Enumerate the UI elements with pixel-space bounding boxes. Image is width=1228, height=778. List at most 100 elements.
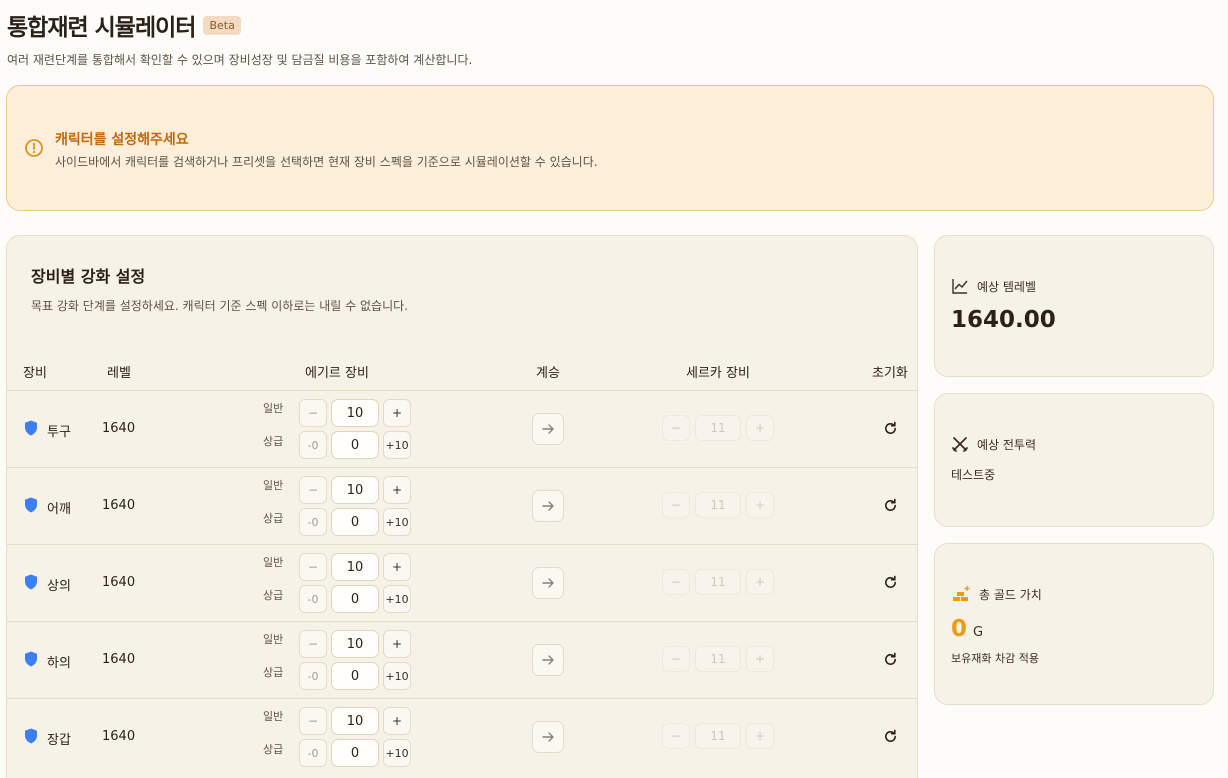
serka-level-input: 11 [695, 492, 741, 518]
serka-decrement-button: − [662, 492, 690, 518]
shield-icon [25, 497, 37, 513]
tier-label-advanced: 상급 [263, 435, 284, 448]
normal-increment-button[interactable]: + [383, 630, 411, 658]
advanced-level-input[interactable]: 0 [331, 739, 379, 767]
crossed-swords-icon [952, 437, 968, 452]
normal-decrement-button[interactable]: − [299, 553, 327, 581]
normal-level-input[interactable]: 10 [331, 553, 379, 581]
tier-label-advanced: 상급 [263, 743, 284, 756]
normal-increment-button[interactable]: + [383, 476, 411, 504]
page-subtitle: 여러 재련단계를 통합해서 확인할 수 있으며 장비성장 및 담금질 비용을 포… [7, 53, 473, 67]
normal-level-input[interactable]: 10 [331, 630, 379, 658]
normal-decrement-button[interactable]: − [299, 399, 327, 427]
advanced-level-input[interactable]: 0 [331, 508, 379, 536]
reset-icon[interactable] [883, 498, 898, 513]
normal-level-input[interactable]: 10 [331, 399, 379, 427]
advanced-increment-button[interactable]: +10 [383, 662, 411, 690]
advanced-increment-button[interactable]: +10 [383, 431, 411, 459]
shield-icon [25, 728, 37, 744]
alert-text: 사이드바에서 캐릭터를 검색하거나 프리셋을 선택하면 현재 장비 스펙을 기준… [55, 155, 598, 169]
reset-icon[interactable] [883, 652, 898, 667]
column-header-equipment: 장비 [23, 366, 47, 381]
normal-increment-button[interactable]: + [383, 399, 411, 427]
serka-decrement-button: − [662, 569, 690, 595]
serka-decrement-button: − [662, 646, 690, 672]
equipment-level: 1640 [102, 421, 136, 436]
serka-increment-button: + [746, 646, 774, 672]
arrow-right-icon [542, 424, 554, 434]
advanced-decrement-button[interactable]: -0 [299, 662, 327, 690]
equipment-row: 상의 1640 일반 − 10 + 상급 -0 0 +10 − 11 + [7, 544, 917, 621]
tier-label-normal: 일반 [263, 556, 284, 569]
arrow-right-icon [542, 655, 554, 665]
equipment-name: 투구 [47, 425, 71, 440]
panel-description: 목표 강화 단계를 설정하세요. 캐릭터 기준 스펙 이하로는 내릴 수 없습니… [31, 299, 408, 313]
equipment-panel: 장비별 강화 설정 목표 강화 단계를 설정하세요. 캐릭터 기준 스펙 이하로… [6, 235, 918, 778]
serka-increment-button: + [746, 723, 774, 749]
serka-increment-button: + [746, 492, 774, 518]
page-header: 통합재련 시뮬레이터 Beta 여러 재련단계를 통합해서 확인할 수 있으며 … [7, 8, 472, 68]
column-header-inherit: 계승 [536, 366, 560, 381]
reset-icon[interactable] [883, 575, 898, 590]
normal-decrement-button[interactable]: − [299, 476, 327, 504]
normal-level-input[interactable]: 10 [331, 707, 379, 735]
advanced-increment-button[interactable]: +10 [383, 508, 411, 536]
advanced-level-input[interactable]: 0 [331, 662, 379, 690]
reset-icon[interactable] [883, 421, 898, 436]
arrow-right-icon [542, 732, 554, 742]
gold-note: 보유재화 차감 적용 [951, 652, 1039, 665]
normal-decrement-button[interactable]: − [299, 707, 327, 735]
chart-line-icon [952, 279, 968, 294]
equipment-level: 1640 [102, 729, 136, 744]
serka-increment-button: + [746, 569, 774, 595]
inherit-button[interactable] [532, 567, 564, 599]
gold-label: 총 골드 가치 [979, 587, 1042, 602]
serka-level-input: 11 [695, 723, 741, 749]
equipment-level: 1640 [102, 575, 136, 590]
advanced-decrement-button[interactable]: -0 [299, 508, 327, 536]
equipment-name: 상의 [47, 579, 71, 594]
inherit-button[interactable] [532, 413, 564, 445]
normal-decrement-button[interactable]: − [299, 630, 327, 658]
serka-level-input: 11 [695, 646, 741, 672]
serka-decrement-button: − [662, 415, 690, 441]
tier-label-advanced: 상급 [263, 666, 284, 679]
advanced-decrement-button[interactable]: -0 [299, 585, 327, 613]
advanced-increment-button[interactable]: +10 [383, 739, 411, 767]
normal-increment-button[interactable]: + [383, 707, 411, 735]
tier-label-advanced: 상급 [263, 512, 284, 525]
item-level-label: 예상 템레벨 [977, 279, 1037, 294]
equipment-name: 어깨 [47, 502, 71, 517]
equipment-level: 1640 [102, 652, 136, 667]
tier-label-normal: 일반 [263, 402, 284, 415]
gold-card: 총 골드 가치 0 G 보유재화 차감 적용 [934, 543, 1214, 705]
serka-increment-button: + [746, 415, 774, 441]
normal-level-input[interactable]: 10 [331, 476, 379, 504]
serka-level-input: 11 [695, 415, 741, 441]
tier-label-advanced: 상급 [263, 589, 284, 602]
combat-power-card: 예상 전투력 테스트중 [934, 393, 1214, 527]
equipment-name: 하의 [47, 656, 71, 671]
inherit-button[interactable] [532, 644, 564, 676]
normal-increment-button[interactable]: + [383, 553, 411, 581]
gold-value-row: 0 G [951, 616, 983, 642]
tier-label-normal: 일반 [263, 479, 284, 492]
column-header-egir: 에기르 장비 [305, 366, 369, 381]
equipment-name: 장갑 [47, 733, 71, 748]
reset-icon[interactable] [883, 729, 898, 744]
advanced-decrement-button[interactable]: -0 [299, 739, 327, 767]
column-header-serka: 세르카 장비 [686, 366, 750, 381]
panel-title: 장비별 강화 설정 [31, 267, 146, 286]
inherit-button[interactable] [532, 721, 564, 753]
advanced-level-input[interactable]: 0 [331, 585, 379, 613]
inherit-button[interactable] [532, 490, 564, 522]
equipment-row: 어깨 1640 일반 − 10 + 상급 -0 0 +10 − 11 + [7, 467, 917, 544]
serka-level-input: 11 [695, 569, 741, 595]
advanced-decrement-button[interactable]: -0 [299, 431, 327, 459]
item-level-value: 1640.00 [951, 307, 1056, 333]
arrow-right-icon [542, 578, 554, 588]
shield-icon [25, 574, 37, 590]
advanced-increment-button[interactable]: +10 [383, 585, 411, 613]
gold-unit: G [973, 625, 984, 640]
advanced-level-input[interactable]: 0 [331, 431, 379, 459]
